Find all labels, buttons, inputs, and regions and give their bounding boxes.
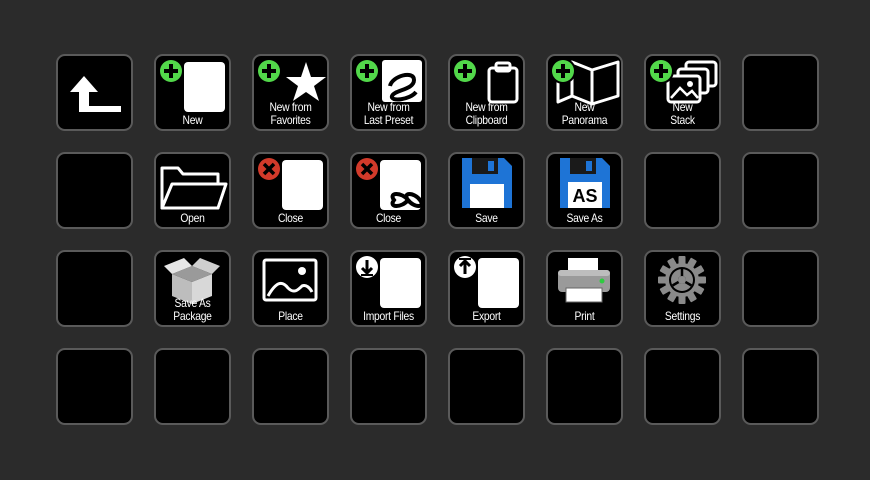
empty-key[interactable] (56, 152, 133, 229)
empty-key[interactable] (56, 348, 133, 425)
key-label: New (182, 113, 203, 127)
key-label: Place (278, 309, 303, 323)
new-stack-button[interactable]: New Stack (644, 54, 721, 131)
print-button[interactable]: Print (546, 250, 623, 327)
empty-key[interactable] (742, 152, 819, 229)
export-button[interactable]: Export (448, 250, 525, 327)
key-label: Export (472, 309, 501, 323)
key-label: Close (277, 211, 304, 225)
key-label: Save (475, 211, 498, 225)
key-label: Open (180, 211, 205, 225)
stream-deck-grid: New New from Favorites New from Last Prese… (56, 54, 819, 425)
empty-key[interactable] (350, 348, 427, 425)
new-from-last-preset-button[interactable]: New from Last Preset (350, 54, 427, 131)
back-arrow-icon (70, 76, 121, 112)
save-as-package-button[interactable]: Save As Package (154, 250, 231, 327)
empty-key[interactable] (252, 348, 329, 425)
open-button[interactable]: Open (154, 152, 231, 229)
key-label: New Panorama (561, 100, 608, 127)
close-button[interactable]: Close (252, 152, 329, 229)
new-from-clipboard-button[interactable]: New from Clipboard (448, 54, 525, 131)
empty-key[interactable] (644, 348, 721, 425)
close-all-button[interactable]: Close (350, 152, 427, 229)
empty-key[interactable] (742, 348, 819, 425)
place-button[interactable]: Place (252, 250, 329, 327)
save-as-badge: AS (572, 186, 597, 206)
empty-key[interactable] (546, 348, 623, 425)
new-from-favorites-button[interactable]: New from Favorites (252, 54, 329, 131)
key-label: Settings (664, 309, 701, 323)
save-as-button[interactable]: AS Save As (546, 152, 623, 229)
key-label: Print (574, 309, 595, 323)
key-label: New from Last Preset (363, 100, 414, 127)
empty-key[interactable] (154, 348, 231, 425)
empty-key[interactable] (644, 152, 721, 229)
back-button[interactable] (56, 54, 133, 131)
save-button[interactable]: Save (448, 152, 525, 229)
settings-button[interactable]: Settings (644, 250, 721, 327)
key-label: New Stack (670, 100, 695, 127)
key-label: Save As Package (173, 296, 212, 323)
key-label: Import Files (363, 309, 414, 323)
key-label: Save As (566, 211, 603, 225)
empty-key[interactable] (742, 250, 819, 327)
empty-key[interactable] (56, 250, 133, 327)
key-label: New from Favorites (269, 100, 312, 127)
import-files-button[interactable]: Import Files (350, 250, 427, 327)
empty-key[interactable] (448, 348, 525, 425)
new-panorama-button[interactable]: New Panorama (546, 54, 623, 131)
new-button[interactable]: New (154, 54, 231, 131)
key-label: New from Clipboard (465, 100, 508, 127)
empty-key[interactable] (742, 54, 819, 131)
key-label: Close (375, 211, 402, 225)
